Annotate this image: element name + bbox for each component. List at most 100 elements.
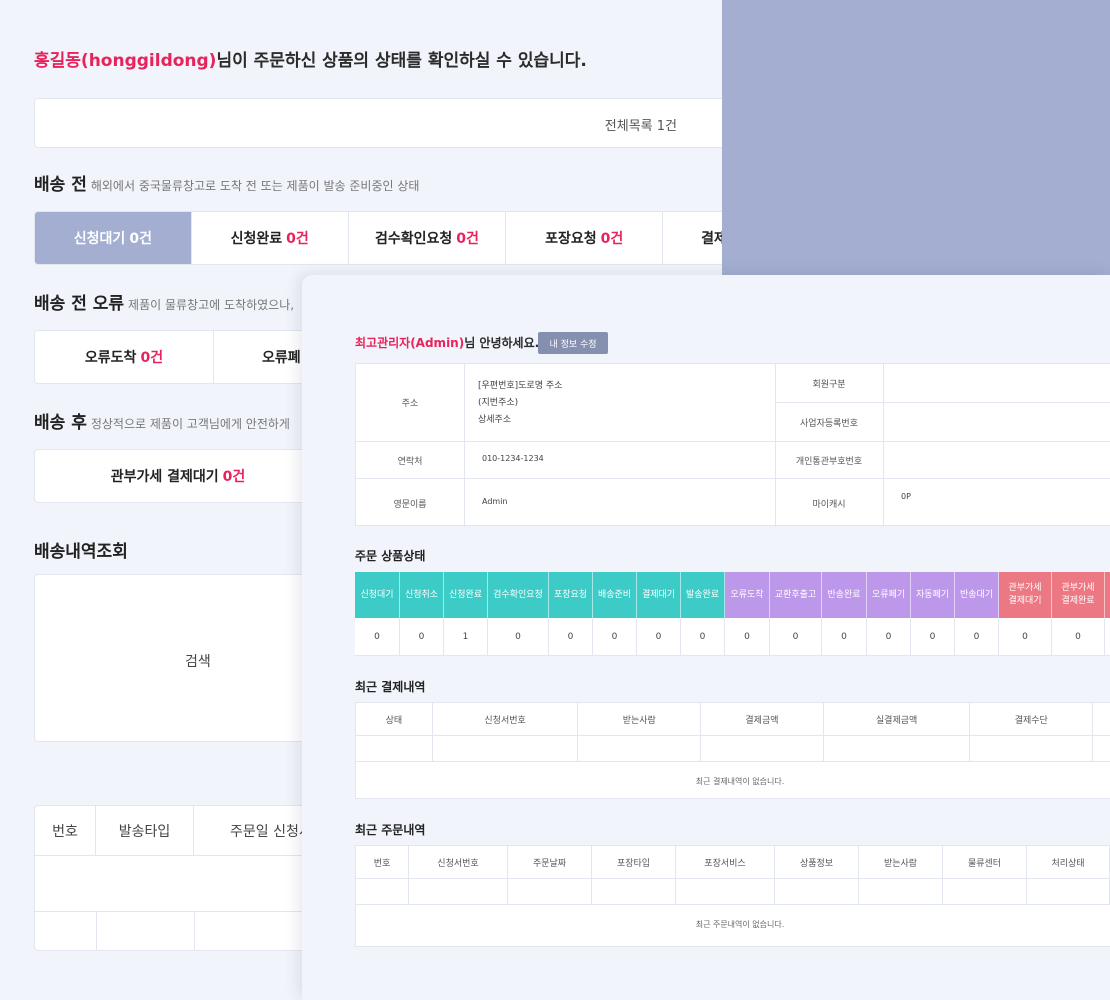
status-count: 0 xyxy=(867,618,911,656)
table-cell xyxy=(775,879,859,904)
table-cell xyxy=(578,736,702,761)
member-info-table: 주소 [우편번호]도로명 주소 (지번주소) 상세주소 연락처 010-1234… xyxy=(355,363,1110,527)
edit-profile-button[interactable]: 내 정보 수정 xyxy=(538,332,608,354)
tab-label: 포장요청 xyxy=(545,231,597,247)
column-header: 주문날짜 xyxy=(508,846,592,878)
my-cash-label: 마이캐시 xyxy=(812,500,846,510)
status-count: 0 xyxy=(488,618,549,656)
admin-mypage-window: 최고관리자(Admin)님 안녕하세요. 내 정보 수정 주소 [우편번호]도로… xyxy=(302,275,1110,1000)
section-desc: 제품이 물류창고에 도착하였으나, xyxy=(128,298,295,312)
column-header: 상태 xyxy=(356,703,433,735)
column-header: 번호 xyxy=(35,806,96,855)
address-line: 상세주소 xyxy=(478,415,512,425)
status-column: 결제대기 0 xyxy=(637,572,681,656)
address-label: 주소 xyxy=(401,399,419,409)
tab-payment[interactable]: 결제 xyxy=(663,212,722,264)
divider xyxy=(883,364,884,527)
tab-label: 오류도착 xyxy=(84,350,137,366)
status-count: 0 xyxy=(637,618,681,656)
column-header: 번호 xyxy=(356,846,409,878)
table-cell xyxy=(356,736,433,761)
status-label: 신청대기 xyxy=(355,572,400,618)
status-count: 0 xyxy=(999,618,1052,656)
status-column xyxy=(1105,572,1110,656)
table-cell xyxy=(970,736,1094,761)
total-count-bar: 전체목록 1건 xyxy=(34,98,722,148)
section-title: 배송 전 오류 xyxy=(34,294,125,314)
status-label: 신청취소 xyxy=(400,572,444,618)
table-cell xyxy=(356,879,409,904)
status-count: 0 xyxy=(1052,618,1105,656)
status-count: 0 xyxy=(681,618,725,656)
divider xyxy=(96,912,97,950)
status-column: 오류도착 0 xyxy=(725,572,770,656)
column-header: 받는사람 xyxy=(859,846,943,878)
status-column: 관부가세 결제대기 0 xyxy=(999,572,1052,656)
tab-count: 0건 xyxy=(286,231,309,247)
status-column: 검수확인요청 0 xyxy=(488,572,549,656)
table-cell xyxy=(943,879,1027,904)
status-label: 반송완료 xyxy=(822,572,867,618)
address-line: (지번주소) xyxy=(478,398,519,408)
tab-count: 0건 xyxy=(129,231,152,247)
divider xyxy=(356,478,1110,479)
column-header xyxy=(1093,703,1110,735)
column-header: 받는사람 xyxy=(578,703,702,735)
status-column: 신청취소 0 xyxy=(400,572,444,656)
table-cell xyxy=(1093,736,1110,761)
status-label: 오류폐기 xyxy=(867,572,911,618)
contact-value: 010-1234-1234 xyxy=(482,454,544,463)
status-label: 신청완료 xyxy=(444,572,488,618)
admin-greeting: 최고관리자(Admin)님 안녕하세요. xyxy=(355,334,539,351)
table-cell xyxy=(1027,879,1110,904)
status-count: 1 xyxy=(444,618,488,656)
status-column: 신청완료 1 xyxy=(444,572,488,656)
eng-name-label: 영문이름 xyxy=(393,500,427,510)
tab-count: 0건 xyxy=(140,350,164,366)
status-label: 관부가세 결제대기 xyxy=(999,572,1052,618)
status-count: 0 xyxy=(911,618,955,656)
user-greeting: 홍길동(honggildong)님이 주문하신 상품의 상태를 확인하실 수 있… xyxy=(34,46,587,71)
user-name: 홍길동(honggildong) xyxy=(34,51,217,71)
status-label: 관부가세 결제완료 xyxy=(1052,572,1105,618)
section-error: 배송 전 오류 제품이 물류창고에 도착하였으나, xyxy=(34,289,294,314)
status-label xyxy=(1105,572,1110,618)
tab-error-arrival[interactable]: 오류도착 0건 xyxy=(35,331,214,383)
column-header: 신청서번호 xyxy=(409,846,508,878)
tab-inspection-request[interactable]: 검수확인요청 0건 xyxy=(349,212,507,264)
status-count: 0 xyxy=(593,618,637,656)
empty-message: 최근 주문내역이 없습니다. xyxy=(695,919,785,929)
status-column: 반송완료 0 xyxy=(822,572,867,656)
table-cell xyxy=(859,879,943,904)
status-count: 0 xyxy=(400,618,444,656)
table-cell xyxy=(433,736,579,761)
section-title: 배송 후 xyxy=(34,413,87,433)
section-before-delivery: 배송 전 해외에서 중국물류창고로 도착 전 또는 제품이 발송 준비중인 상태 xyxy=(34,170,419,195)
tab-count: 0건 xyxy=(222,469,246,485)
tab-label: 관부가세 결제대기 xyxy=(110,469,219,485)
table-cell xyxy=(409,879,508,904)
tab-apply-waiting[interactable]: 신청대기 0건 xyxy=(35,212,192,264)
status-column: 교환후출고 0 xyxy=(770,572,822,656)
column-header: 처리상태 xyxy=(1027,846,1110,878)
section-after-delivery: 배송 후 정상적으로 제품이 고객님에게 안전하게 xyxy=(34,408,290,433)
biz-number-label: 사업자등록번호 xyxy=(800,419,858,429)
status-count: 0 xyxy=(355,618,400,656)
table-cell xyxy=(701,736,824,761)
tab-apply-complete[interactable]: 신청완료 0건 xyxy=(192,212,349,264)
status-label: 오류도착 xyxy=(725,572,770,618)
total-count: 전체목록 1건 xyxy=(604,119,677,134)
orders-table: 번호 신청서번호 주문날짜 포장타입 포장서비스 상품정보 받는사람 물류센터 처리상태 최근 … xyxy=(355,845,1110,947)
section-history: 배송내역조회 xyxy=(34,537,128,562)
status-label: 결제대기 xyxy=(637,572,681,618)
status-count xyxy=(1105,618,1110,656)
section-desc: 정상적으로 제품이 고객님에게 안전하게 xyxy=(90,417,290,431)
status-column: 오류폐기 0 xyxy=(867,572,911,656)
tab-customs-payment-waiting[interactable]: 관부가세 결제대기 0건 xyxy=(35,450,321,502)
column-header: 포장타입 xyxy=(592,846,676,878)
tab-packing-request[interactable]: 포장요청 0건 xyxy=(506,212,664,264)
payments-title: 최근 결제내역 xyxy=(355,680,426,694)
payments-table: 상태 신청서번호 받는사람 결제금액 실결제금액 결제수단 최근 결제내역이 없습니다. xyxy=(355,702,1110,799)
contact-label: 연락처 xyxy=(397,457,423,467)
customs-code-label: 개인통관부호번호 xyxy=(795,457,863,467)
